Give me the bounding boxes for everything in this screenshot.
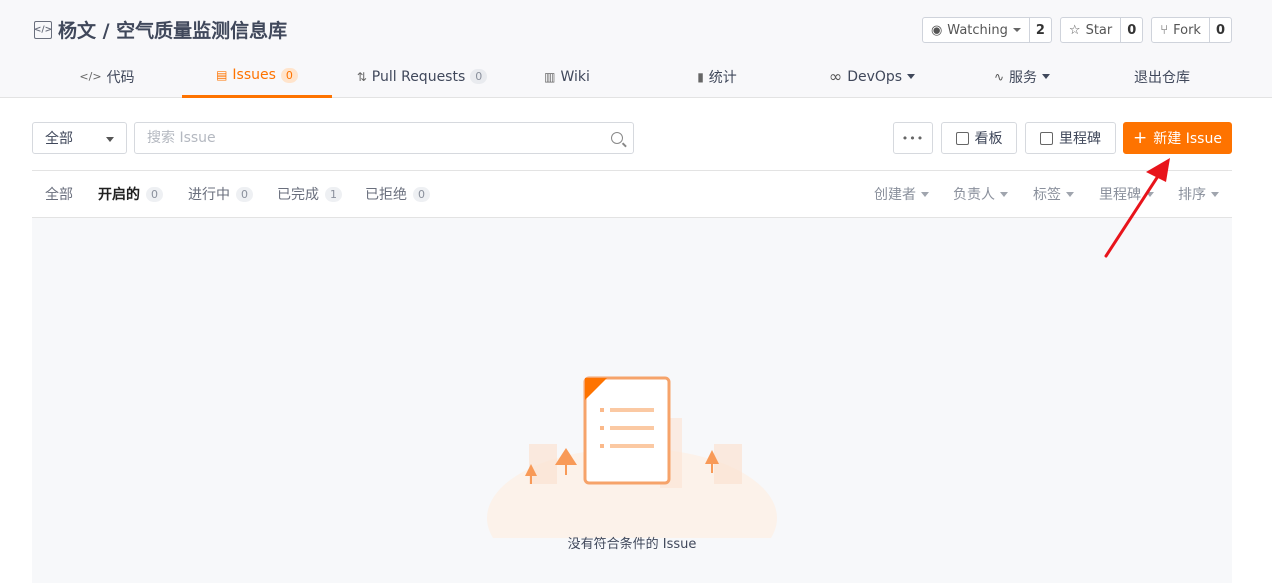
fork-icon: ⑂ (1160, 22, 1169, 38)
issue-filter-bar: 全部 开启的 0 进行中 0 已完成 1 已拒绝 0 创建者 负责人 标签 里程… (32, 170, 1232, 218)
filter-all[interactable]: 全部 (45, 171, 73, 217)
fork-count[interactable]: 0 (1208, 18, 1231, 42)
repo-tabs: </> 代码 ▤ Issues 0 ⇅ Pull Requests 0 ▥ Wi… (32, 55, 1240, 98)
repo-title-text[interactable]: 杨文 / 空气质量监测信息库 (58, 16, 287, 43)
chevron-down-icon (106, 137, 114, 142)
dropdown-label: 创建者 (874, 187, 916, 203)
board-label: 看板 (974, 131, 1003, 147)
milestone-button[interactable]: 里程碑 (1025, 122, 1116, 154)
tab-label: Wiki (560, 68, 590, 85)
new-issue-button[interactable]: + 新建 Issue (1123, 122, 1232, 154)
filter-in-progress[interactable]: 进行中 0 (188, 171, 253, 217)
chevron-down-icon (1000, 191, 1008, 197)
milestone-icon (1040, 131, 1053, 145)
dropdown-label: 标签 (1033, 187, 1061, 203)
more-button[interactable]: ••• (893, 122, 933, 154)
watch-label: Watching (947, 22, 1008, 38)
search-input[interactable] (135, 123, 595, 153)
board-button[interactable]: 看板 (941, 122, 1017, 154)
tab-label: 服务 (1009, 69, 1038, 86)
filter-label-dropdown[interactable]: 标签 (1033, 171, 1074, 217)
wiki-icon: ▥ (544, 69, 556, 84)
star-count[interactable]: 0 (1120, 18, 1142, 42)
code-icon: </> (79, 70, 102, 83)
star-label: Star (1085, 22, 1113, 38)
filter-creator-dropdown[interactable]: 创建者 (874, 171, 929, 217)
tab-exit-repo[interactable]: 退出仓库 (1102, 55, 1222, 98)
chevron-down-icon (1042, 74, 1051, 79)
star-button[interactable]: ☆ Star 0 (1059, 17, 1144, 43)
filter-label: 开启的 (98, 187, 140, 203)
more-icon: ••• (901, 131, 925, 145)
filter-label: 进行中 (188, 187, 230, 203)
tab-label: Issues (232, 67, 276, 83)
sort-dropdown[interactable]: 排序 (1178, 171, 1219, 217)
chevron-down-icon (1211, 191, 1219, 197)
empty-state: 没有符合条件的 Issue (32, 218, 1232, 583)
tab-services[interactable]: ∿ 服务 (957, 55, 1087, 98)
watch-button[interactable]: ◉ Watching 2 (921, 17, 1052, 43)
dropdown-label: 排序 (1178, 187, 1206, 203)
filter-count-badge: 0 (236, 186, 253, 202)
filter-assignee-dropdown[interactable]: 负责人 (953, 171, 1008, 217)
filter-count-badge: 1 (325, 186, 342, 202)
tab-label: 统计 (708, 69, 737, 86)
fork-button[interactable]: ⑂ Fork 0 (1151, 17, 1232, 43)
filter-label: 已拒绝 (365, 187, 407, 203)
scope-select-value: 全部 (45, 131, 73, 147)
eye-icon: ◉ (930, 22, 943, 38)
new-issue-label: 新建 Issue (1153, 131, 1222, 147)
scope-select[interactable]: 全部 (32, 122, 127, 154)
filter-label: 已完成 (277, 187, 319, 203)
tab-stats[interactable]: ▮ 统计 (632, 55, 802, 98)
infinity-icon: ∞ (828, 67, 843, 86)
board-icon (955, 131, 969, 145)
chevron-down-icon (1066, 191, 1074, 197)
search-icon[interactable] (611, 132, 623, 144)
empty-state-message: 没有符合条件的 Issue (567, 537, 697, 552)
chevron-down-icon (1012, 28, 1021, 32)
tab-devops[interactable]: ∞ DevOps (797, 55, 947, 98)
tab-pull-requests[interactable]: ⇅ Pull Requests 0 (332, 55, 512, 98)
pulse-icon: ∿ (993, 69, 1005, 84)
issues-count-badge: 0 (280, 67, 298, 83)
tab-label: Pull Requests (371, 68, 466, 85)
filter-rejected[interactable]: 已拒绝 0 (365, 171, 430, 217)
repo-code-icon: </> (34, 20, 52, 39)
dropdown-label: 里程碑 (1099, 187, 1141, 203)
chevron-down-icon (1146, 191, 1154, 197)
filter-count-badge: 0 (413, 186, 430, 202)
dropdown-label: 负责人 (953, 187, 995, 203)
pull-request-icon: ⇅ (356, 69, 367, 84)
tab-code[interactable]: </> 代码 (32, 55, 182, 98)
tab-label: DevOps (847, 68, 903, 85)
plus-icon: + (1133, 127, 1148, 148)
repo-title[interactable]: </> 杨文 / 空气质量监测信息库 (34, 16, 287, 43)
search-box (134, 122, 634, 154)
milestone-label: 里程碑 (1059, 131, 1101, 147)
tab-wiki[interactable]: ▥ Wiki (512, 55, 622, 98)
star-icon: ☆ (1068, 22, 1081, 38)
repo-actions: ◉ Watching 2 ☆ Star 0 ⑂ Fork 0 (921, 17, 1232, 43)
issue-toolbar: 全部 ••• 看板 里程碑 + 新建 Issue (32, 122, 1232, 154)
repo-header: </> 杨文 / 空气质量监测信息库 ◉ Watching 2 ☆ Star 0… (0, 0, 1272, 98)
chart-icon: ▮ (697, 69, 704, 84)
filter-open[interactable]: 开启的 0 (98, 171, 163, 217)
chevron-down-icon (921, 191, 929, 197)
tab-label: 代码 (106, 69, 135, 86)
filter-completed[interactable]: 已完成 1 (277, 171, 342, 217)
chevron-down-icon (907, 74, 916, 79)
filter-label: 全部 (45, 187, 73, 203)
issues-icon: ▤ (216, 68, 228, 82)
tab-label: 退出仓库 (1134, 69, 1190, 86)
pr-count-badge: 0 (470, 69, 488, 84)
watch-count[interactable]: 2 (1028, 18, 1051, 42)
filter-count-badge: 0 (146, 186, 163, 202)
tab-issues[interactable]: ▤ Issues 0 (182, 55, 332, 98)
empty-document-illustration (487, 376, 777, 538)
filter-milestone-dropdown[interactable]: 里程碑 (1099, 171, 1154, 217)
fork-label: Fork (1173, 22, 1201, 38)
